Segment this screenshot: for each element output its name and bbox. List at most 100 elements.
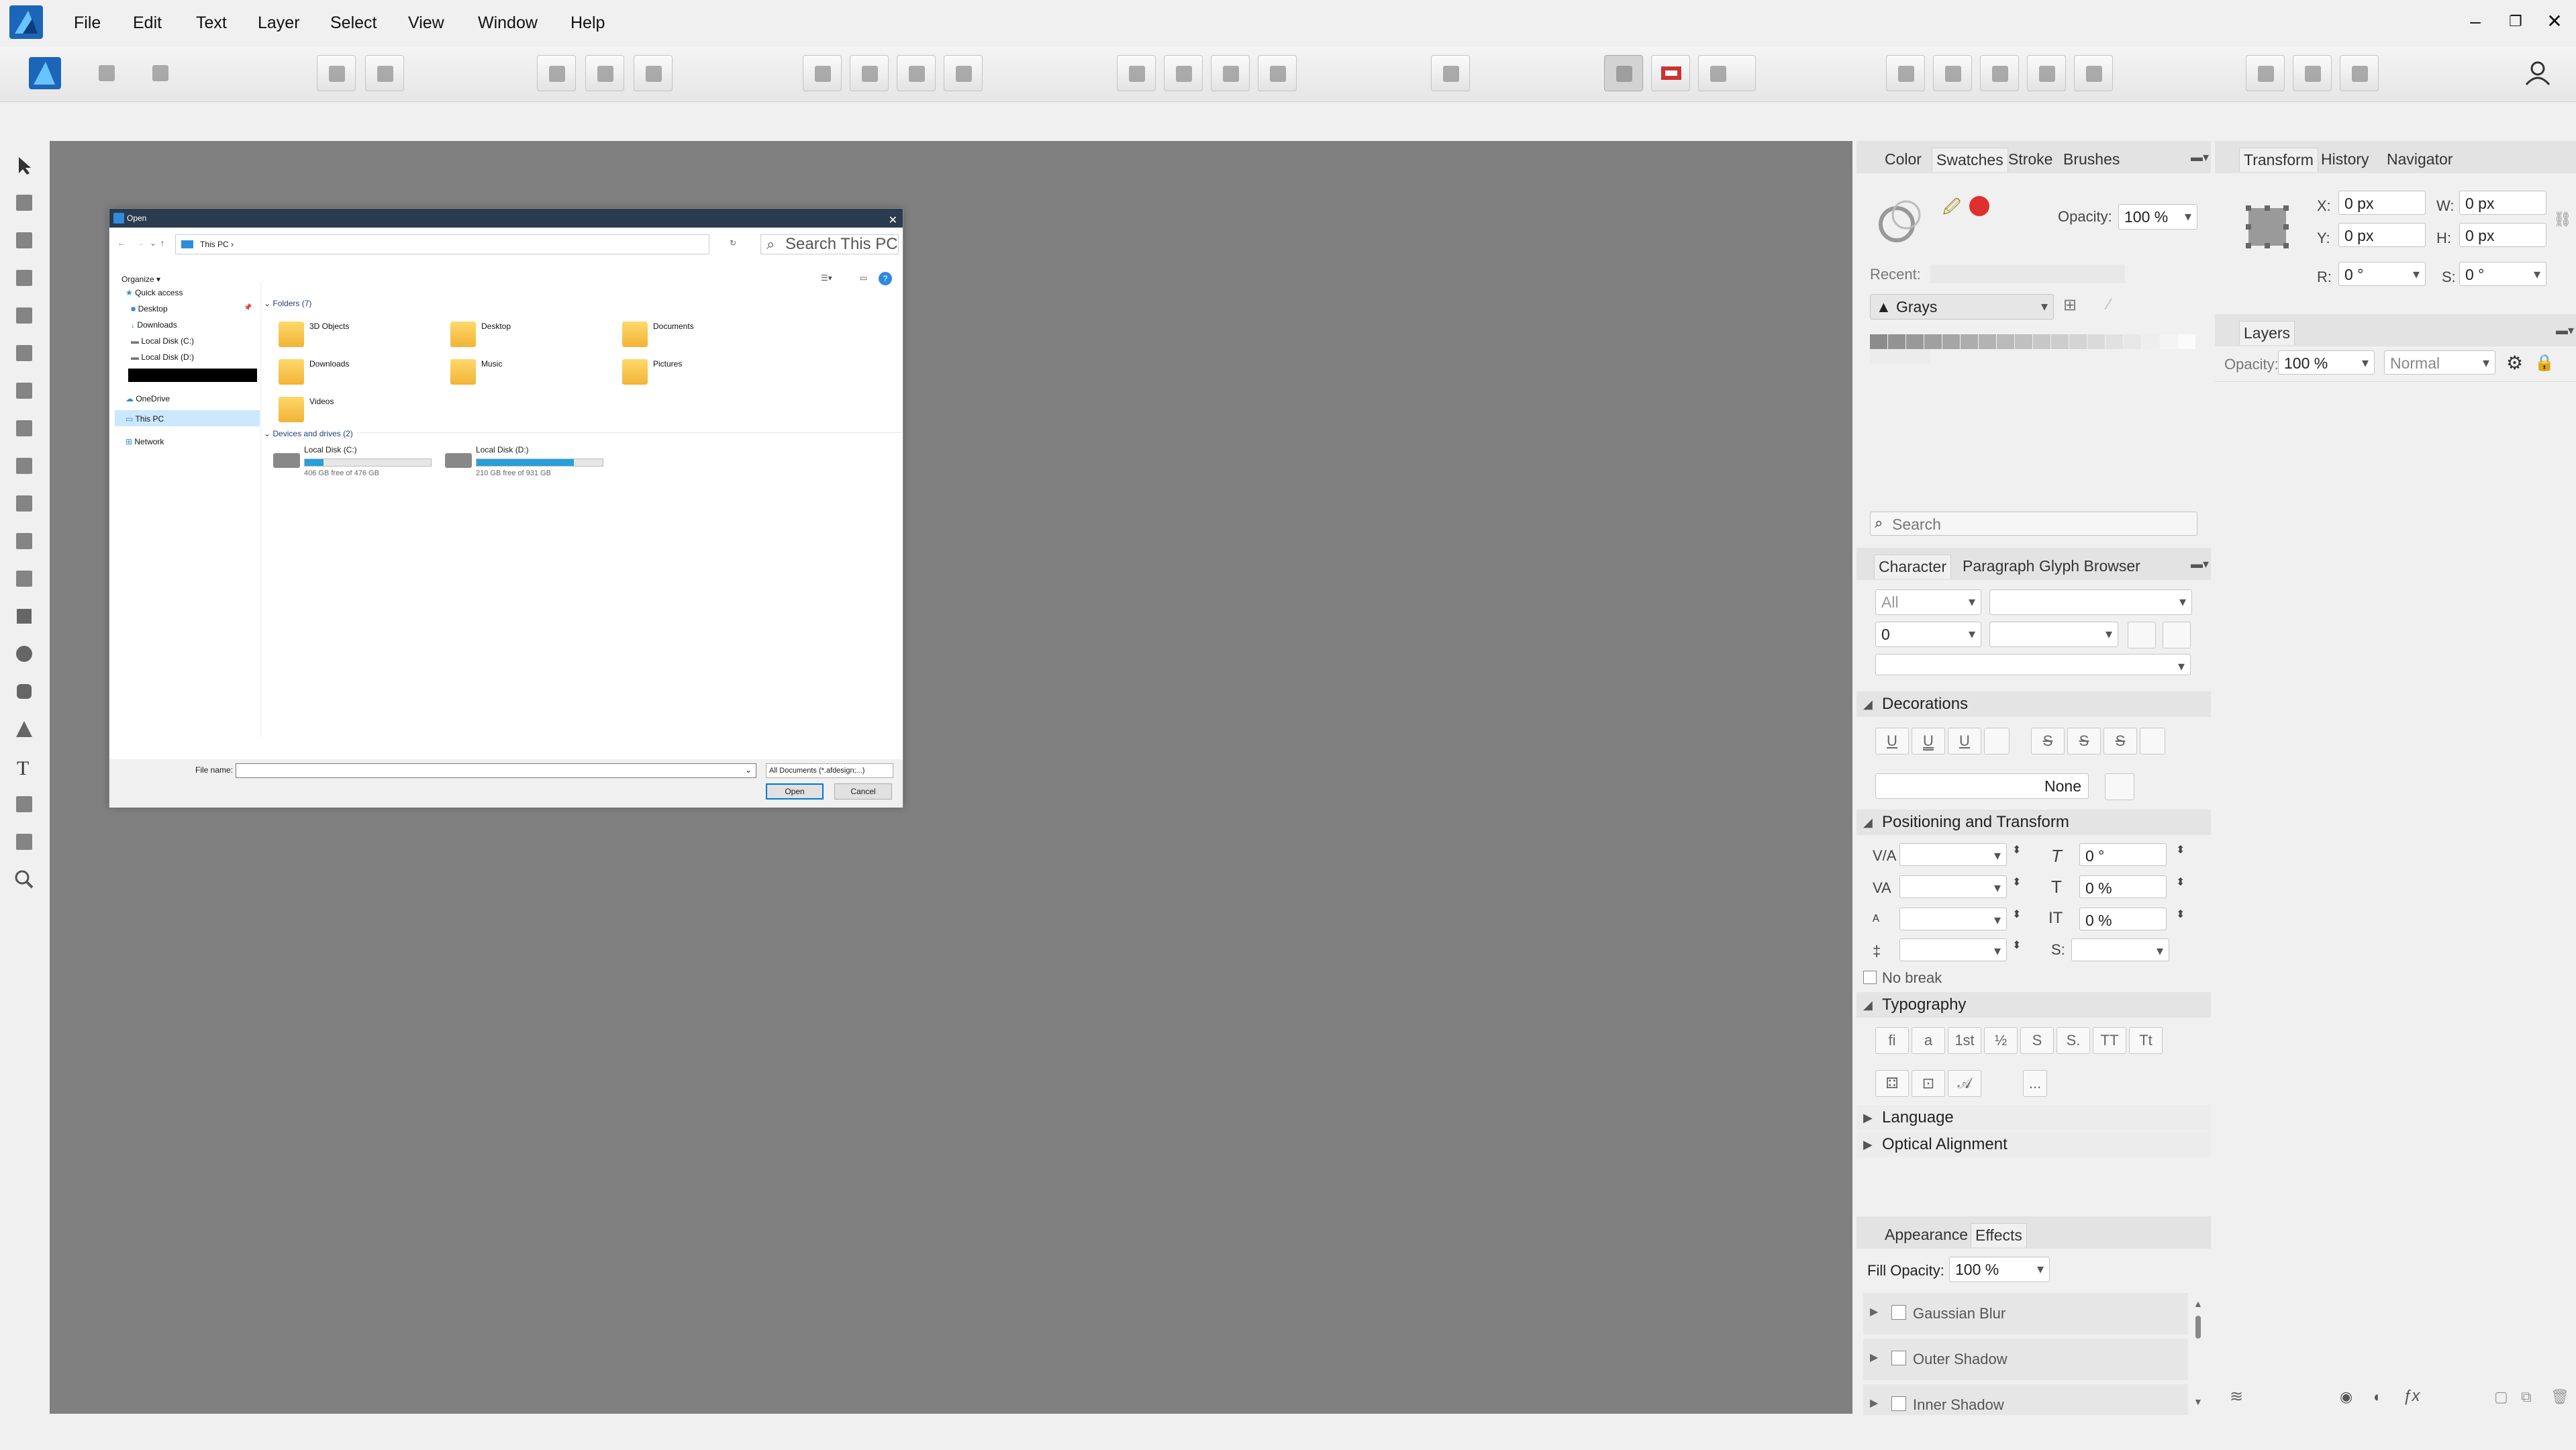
grays-swatch-row[interactable]	[1870, 334, 2199, 349]
swash-icon[interactable]: 𝒜	[1948, 1070, 1981, 1097]
corner-tool-icon[interactable]	[11, 264, 38, 291]
point-transform-tool-icon[interactable]	[11, 302, 38, 329]
tab-layers[interactable]: Layers	[2239, 321, 2295, 345]
nav-network[interactable]: ⊞ Network	[126, 437, 164, 446]
view-options-icon[interactable]: ☰▾	[821, 273, 832, 283]
rectangle-tool-icon[interactable]	[11, 603, 38, 630]
fill-stroke-selector-icon[interactable]	[1875, 195, 1926, 246]
swatch-row-2[interactable]	[1870, 349, 1930, 364]
strikethrough-color-button[interactable]	[2140, 728, 2165, 755]
shear-field[interactable]: 0 °	[2459, 262, 2546, 287]
effect-row-outer-shadow[interactable]: ▶ Outer Shadow	[1863, 1339, 2188, 1380]
optical-alignment-section[interactable]: ▶ Optical Alignment	[1856, 1132, 2211, 1157]
gray-swatch[interactable]	[1997, 334, 2014, 349]
tab-effects[interactable]: Effects	[1971, 1223, 2027, 1247]
restore-button[interactable]: ❐	[2502, 8, 2529, 35]
double-strikethrough-button[interactable]: S	[2067, 728, 2101, 755]
menu-help[interactable]: Help	[571, 13, 605, 33]
fill-tool-icon[interactable]	[11, 452, 38, 479]
swatch-search-input[interactable]: ⌕ Search	[1870, 512, 2197, 536]
vertical-scale-field[interactable]: 0 %	[2079, 875, 2167, 898]
address-bar[interactable]: This PC ›	[175, 234, 709, 254]
tracking-stepper-icon[interactable]: ⬍	[2012, 875, 2021, 889]
zoom-tool-icon[interactable]	[11, 866, 38, 893]
tab-navigator[interactable]: Navigator	[2383, 148, 2457, 171]
export-persona-icon[interactable]	[141, 55, 180, 91]
font-family-select[interactable]	[1989, 589, 2192, 615]
small-caps-button[interactable]: Tt	[2129, 1027, 2163, 1054]
ligatures-button[interactable]: fi	[1875, 1027, 1909, 1054]
arrange-forward-icon[interactable]	[897, 55, 936, 91]
add-layer-icon[interactable]: ▢	[2494, 1388, 2508, 1406]
no-break-checkbox[interactable]	[1863, 971, 1877, 984]
gray-swatch[interactable]	[2142, 334, 2159, 349]
current-color-swatch[interactable]	[1969, 196, 1989, 216]
strikethrough-button[interactable]: S	[2031, 728, 2065, 755]
font-style-select[interactable]	[1989, 622, 2118, 647]
double-underline-button[interactable]: U	[1912, 728, 1945, 755]
decorations-section[interactable]: ◢ Decorations	[1856, 691, 2211, 717]
skew-field[interactable]: 0 °	[2079, 843, 2167, 866]
arrange-front-icon[interactable]	[944, 55, 983, 91]
color-picker-tool-icon[interactable]	[11, 791, 38, 818]
typography-section[interactable]: ◢ Typography	[1856, 992, 2211, 1018]
kerning-stepper-icon[interactable]: ⬍	[2012, 843, 2021, 857]
outer-shadow-checkbox[interactable]	[1891, 1351, 1906, 1365]
add-pixel-layer-icon[interactable]: ⧉	[2521, 1388, 2532, 1406]
tab-history[interactable]: History	[2317, 148, 2373, 171]
underline-color-button[interactable]	[1984, 728, 2010, 755]
flip-vertical-icon[interactable]	[1164, 55, 1203, 91]
forward-arrow-icon[interactable]: →	[136, 238, 144, 248]
expand-arrow-icon[interactable]: ▶	[1870, 1396, 1878, 1410]
panel-menu-icon[interactable]: ▬▾	[2191, 150, 2209, 164]
gray-swatch[interactable]	[2051, 334, 2069, 349]
back-arrow-icon[interactable]: ←	[117, 238, 126, 248]
help-icon[interactable]: ?	[879, 272, 892, 285]
tracking-field[interactable]	[1899, 875, 2007, 900]
tab-appearance[interactable]: Appearance	[1881, 1223, 1972, 1247]
delete-layer-icon[interactable]: 🗑	[2550, 1388, 2569, 1406]
horizontal-scale-stepper-icon[interactable]: ⬍	[2176, 908, 2185, 921]
menu-view[interactable]: View	[408, 13, 444, 33]
gray-swatch[interactable]	[1888, 334, 1905, 349]
tab-transform[interactable]: Transform	[2239, 148, 2318, 172]
gray-swatch[interactable]	[1924, 334, 1942, 349]
more-typography-button[interactable]: ...	[2023, 1070, 2047, 1097]
panel-menu-icon[interactable]: ▬▾	[2191, 557, 2209, 571]
expand-arrow-icon[interactable]: ▶	[1870, 1351, 1878, 1364]
file-name-input[interactable]: ⌄	[236, 763, 756, 778]
lock-icon[interactable]: 🔒	[2534, 353, 2555, 373]
rotate-right-icon[interactable]	[1258, 55, 1297, 91]
drives-group-header[interactable]: ⌄ Devices and drives (2)	[264, 429, 357, 438]
move-tool-icon[interactable]	[11, 152, 38, 179]
contextual-alternates-icon[interactable]: ⊡	[1912, 1070, 1945, 1097]
font-size-up-icon[interactable]	[2128, 622, 2156, 648]
minimize-button[interactable]: –	[2462, 8, 2489, 35]
layers-list[interactable]	[2215, 381, 2576, 1383]
folder-videos[interactable]: Videos	[279, 394, 433, 430]
cancel-button[interactable]: Cancel	[834, 783, 892, 800]
leading-field[interactable]	[1899, 938, 2007, 963]
layer-stack-icon[interactable]: ≋	[2230, 1387, 2243, 1406]
scroll-down-icon[interactable]: ▼	[2193, 1396, 2203, 1407]
menu-layer[interactable]: Layer	[258, 13, 300, 33]
positioning-section[interactable]: ◢ Positioning and Transform	[1856, 810, 2211, 835]
up-arrow-icon[interactable]: ↑	[160, 238, 164, 248]
gray-swatch[interactable]	[2160, 334, 2177, 349]
pen-tool-icon[interactable]	[11, 340, 38, 367]
file-type-select[interactable]: All Documents (*.afdesign;...)	[766, 763, 893, 778]
nav-local-disk-c[interactable]: ▬ Local Disk (C:)	[131, 336, 194, 346]
insert-behind-icon[interactable]	[2293, 55, 2332, 91]
folder-music[interactable]: Music	[450, 356, 605, 393]
insert-top-icon[interactable]	[2340, 55, 2379, 91]
inner-shadow-checkbox[interactable]	[1891, 1396, 1906, 1411]
open-button[interactable]: Open	[766, 783, 824, 800]
snap-grid-icon[interactable]	[634, 55, 673, 91]
gray-swatch[interactable]	[2033, 334, 2050, 349]
folder-downloads[interactable]: Downloads	[279, 356, 433, 393]
crop-tool-icon[interactable]	[11, 565, 38, 592]
picker-icon[interactable]: 🖉	[1942, 195, 1961, 224]
nav-this-pc[interactable]: ▭ This PC	[126, 414, 164, 424]
rounded-rectangle-tool-icon[interactable]	[11, 678, 38, 705]
close-button[interactable]: ✕	[2541, 8, 2568, 35]
